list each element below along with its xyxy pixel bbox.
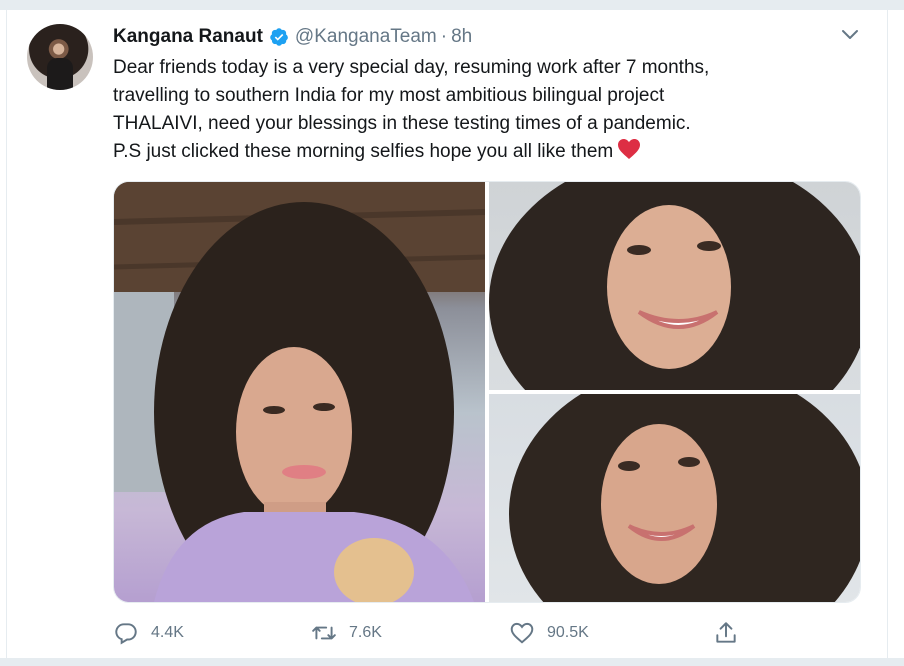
reply-icon <box>115 623 137 645</box>
retweet-icon <box>312 626 336 640</box>
reply-count: 4.4K <box>151 624 184 641</box>
retweet-button[interactable]: 7.6K <box>311 618 382 648</box>
tweet-text: Dear friends today is a very special day… <box>113 54 853 166</box>
red-heart-emoji-icon <box>617 138 641 160</box>
timestamp[interactable]: 8h <box>451 26 472 48</box>
photo-top-right[interactable] <box>489 182 860 390</box>
top-divider <box>0 0 904 10</box>
tweet-text-line: travelling to southern India for my most… <box>113 85 665 106</box>
action-bar: 4.4K 7.6K 90.5K <box>113 618 853 648</box>
reply-button[interactable]: 4.4K <box>113 618 184 648</box>
media-grid[interactable] <box>113 181 861 603</box>
like-button[interactable]: 90.5K <box>509 618 589 648</box>
bottom-divider <box>0 658 904 666</box>
author-handle[interactable]: @KanganaTeam <box>295 26 437 48</box>
share-button[interactable] <box>713 618 751 648</box>
chevron-down-icon[interactable] <box>840 26 860 44</box>
author-name[interactable]: Kangana Ranaut <box>113 26 263 48</box>
heart-icon <box>510 622 534 644</box>
retweet-count: 7.6K <box>349 624 382 641</box>
tweet-card[interactable]: Kangana Ranaut @KanganaTeam · 8h Dear fr… <box>6 10 888 658</box>
tweet-text-line-last: P.S just clicked these morning selfies h… <box>113 138 853 166</box>
verified-badge-icon <box>269 27 289 47</box>
tweet-text-line: THALAIVI, need your blessings in these t… <box>113 113 691 134</box>
like-count: 90.5K <box>547 624 589 641</box>
tweet-header: Kangana Ranaut @KanganaTeam · 8h <box>113 24 472 50</box>
share-icon <box>716 622 736 643</box>
photo-main[interactable] <box>114 182 485 602</box>
tweet-text-line: P.S just clicked these morning selfies h… <box>113 141 614 162</box>
separator-dot: · <box>440 26 448 47</box>
photo-bottom-right[interactable] <box>489 394 860 602</box>
tweet-text-line: Dear friends today is a very special day… <box>113 57 710 78</box>
avatar[interactable] <box>27 24 93 90</box>
